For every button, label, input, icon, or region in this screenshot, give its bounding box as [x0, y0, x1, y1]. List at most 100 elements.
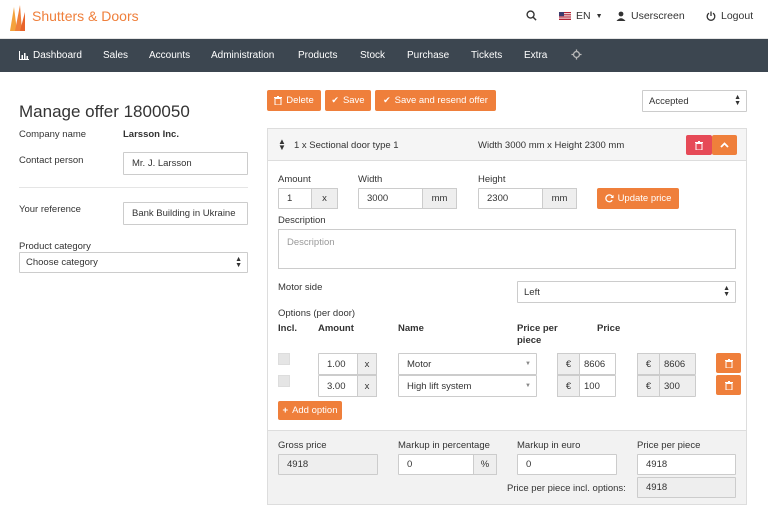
- option-amount-value: 1.00: [327, 358, 346, 370]
- delete-product-button[interactable]: [686, 135, 712, 155]
- language-label: EN: [576, 10, 591, 22]
- product-title: 1 x Sectional door type 1: [294, 140, 399, 151]
- delete-button[interactable]: Delete: [267, 90, 321, 111]
- gear-icon: [571, 49, 582, 60]
- divider: [19, 187, 248, 188]
- nav-item-accounts[interactable]: Accounts: [149, 50, 190, 61]
- gross-price-value: 4918: [287, 459, 309, 470]
- update-price-label: Update price: [617, 193, 672, 204]
- option-amount-input[interactable]: 3.00: [318, 375, 358, 397]
- category-label: Product category: [19, 241, 91, 252]
- markup-euro-input[interactable]: 0: [517, 454, 617, 475]
- height-input[interactable]: 2300: [478, 188, 543, 209]
- option-amount-input[interactable]: 1.00: [318, 353, 358, 375]
- description-label: Description: [278, 215, 326, 226]
- option-price-field: 300: [659, 375, 696, 397]
- main-nav: Dashboard Sales Accounts Administration …: [0, 39, 768, 72]
- include-checkbox[interactable]: [278, 375, 290, 387]
- page-title: Manage offer 1800050: [19, 102, 190, 121]
- reference-value: Bank Building in Ukraine: [132, 208, 236, 219]
- options-label: Options (per door): [278, 308, 356, 319]
- collapse-button[interactable]: [712, 135, 737, 155]
- price-per-piece-input[interactable]: 4918: [637, 454, 736, 475]
- select-arrows-icon: ▲ ▼: [734, 94, 741, 107]
- category-select[interactable]: Choose category ▲ ▼: [19, 252, 248, 273]
- caret-down-icon: ▼: [525, 383, 531, 389]
- option-ppp-input[interactable]: 8606: [579, 353, 616, 375]
- option-ppp-input[interactable]: 100: [579, 375, 616, 397]
- contact-label: Contact person: [19, 155, 84, 166]
- description-placeholder: Description: [287, 237, 335, 248]
- trash-icon: [695, 140, 703, 150]
- contact-person-input[interactable]: Mr. J. Larsson: [123, 152, 248, 175]
- nav-item-administration[interactable]: Administration: [211, 50, 274, 61]
- product-dimensions: Width 3000 mm x Height 2300 mm: [478, 140, 625, 151]
- nav-item-stock[interactable]: Stock: [360, 50, 385, 61]
- nav-item-settings[interactable]: [571, 49, 582, 60]
- update-price-button[interactable]: Update price: [597, 188, 679, 209]
- user-icon: [616, 11, 626, 21]
- status-select[interactable]: Accepted ▲ ▼: [642, 90, 747, 112]
- width-input[interactable]: 3000: [358, 188, 423, 209]
- reference-label: Your reference: [19, 204, 81, 215]
- check-icon: ✔: [383, 95, 391, 105]
- option-name-value: High lift system: [407, 380, 472, 392]
- user-menu[interactable]: Userscreen: [616, 10, 685, 22]
- motor-side-label: Motor side: [278, 282, 323, 293]
- brand-logo-icon[interactable]: [8, 4, 26, 32]
- logout-button[interactable]: Logout: [706, 10, 753, 22]
- motor-side-value: Left: [524, 286, 540, 298]
- column-price: Price: [597, 323, 621, 334]
- delete-option-button[interactable]: [716, 375, 741, 395]
- price-incl-options-label: Price per piece incl. options:: [507, 483, 626, 494]
- price-incl-options-value: 4918: [646, 482, 668, 493]
- currency-addon: €: [557, 353, 580, 375]
- nav-item-dashboard[interactable]: Dashboard: [19, 50, 82, 61]
- nav-item-products[interactable]: Products: [298, 50, 337, 61]
- markup-percentage-input[interactable]: 0: [398, 454, 474, 475]
- add-option-button[interactable]: + Add option: [278, 401, 342, 420]
- delete-option-button[interactable]: [716, 353, 741, 373]
- save-resend-button[interactable]: ✔ Save and resend offer: [375, 90, 496, 111]
- bar-chart-icon: [19, 51, 29, 60]
- markup-percentage-label: Markup in percentage: [398, 440, 490, 451]
- price-incl-options-field: 4918: [637, 477, 736, 498]
- width-value: 3000: [367, 193, 389, 204]
- markup-percentage-value: 0: [407, 459, 413, 470]
- description-textarea[interactable]: Description: [278, 229, 736, 269]
- top-header: Shutters & Doors EN ▼ Userscreen Logout: [0, 0, 768, 39]
- reference-input[interactable]: Bank Building in Ukraine: [123, 202, 248, 225]
- nav-item-purchase[interactable]: Purchase: [407, 50, 449, 61]
- refresh-icon: [604, 194, 614, 203]
- option-amount-unit: x: [357, 375, 377, 397]
- nav-item-extra[interactable]: Extra: [524, 50, 547, 61]
- amount-label: Amount: [278, 174, 311, 185]
- logout-label: Logout: [721, 10, 754, 22]
- motor-side-select[interactable]: Left ▲ ▼: [517, 281, 736, 303]
- option-name-select[interactable]: High lift system ▼: [398, 375, 537, 397]
- save-button[interactable]: ✔ Save: [325, 90, 371, 111]
- status-value: Accepted: [649, 95, 689, 107]
- currency-addon: €: [637, 375, 660, 397]
- markup-euro-label: Markup in euro: [517, 440, 581, 451]
- nav-item-tickets[interactable]: Tickets: [471, 50, 502, 61]
- nav-label: Dashboard: [33, 50, 82, 61]
- check-icon: ✔: [331, 95, 339, 105]
- price-per-piece-value: 4918: [646, 459, 668, 470]
- percent-addon: %: [473, 454, 497, 475]
- option-name-select[interactable]: Motor ▼: [398, 353, 537, 375]
- drag-handle-icon[interactable]: ▲ ▼: [278, 138, 286, 152]
- option-price-value: 8606: [664, 358, 686, 370]
- include-checkbox[interactable]: [278, 353, 290, 365]
- select-arrows-icon: ▲ ▼: [235, 255, 242, 269]
- column-name: Name: [398, 323, 424, 334]
- brand-name[interactable]: Shutters & Doors: [32, 8, 139, 24]
- currency-addon: €: [637, 353, 660, 375]
- nav-item-sales[interactable]: Sales: [103, 50, 128, 61]
- gross-price-label: Gross price: [278, 440, 327, 451]
- contact-value: Mr. J. Larsson: [132, 158, 192, 169]
- language-selector[interactable]: EN ▼: [559, 10, 603, 22]
- amount-input[interactable]: 1: [278, 188, 312, 209]
- save-label: Save: [342, 95, 365, 106]
- search-button[interactable]: [526, 10, 537, 21]
